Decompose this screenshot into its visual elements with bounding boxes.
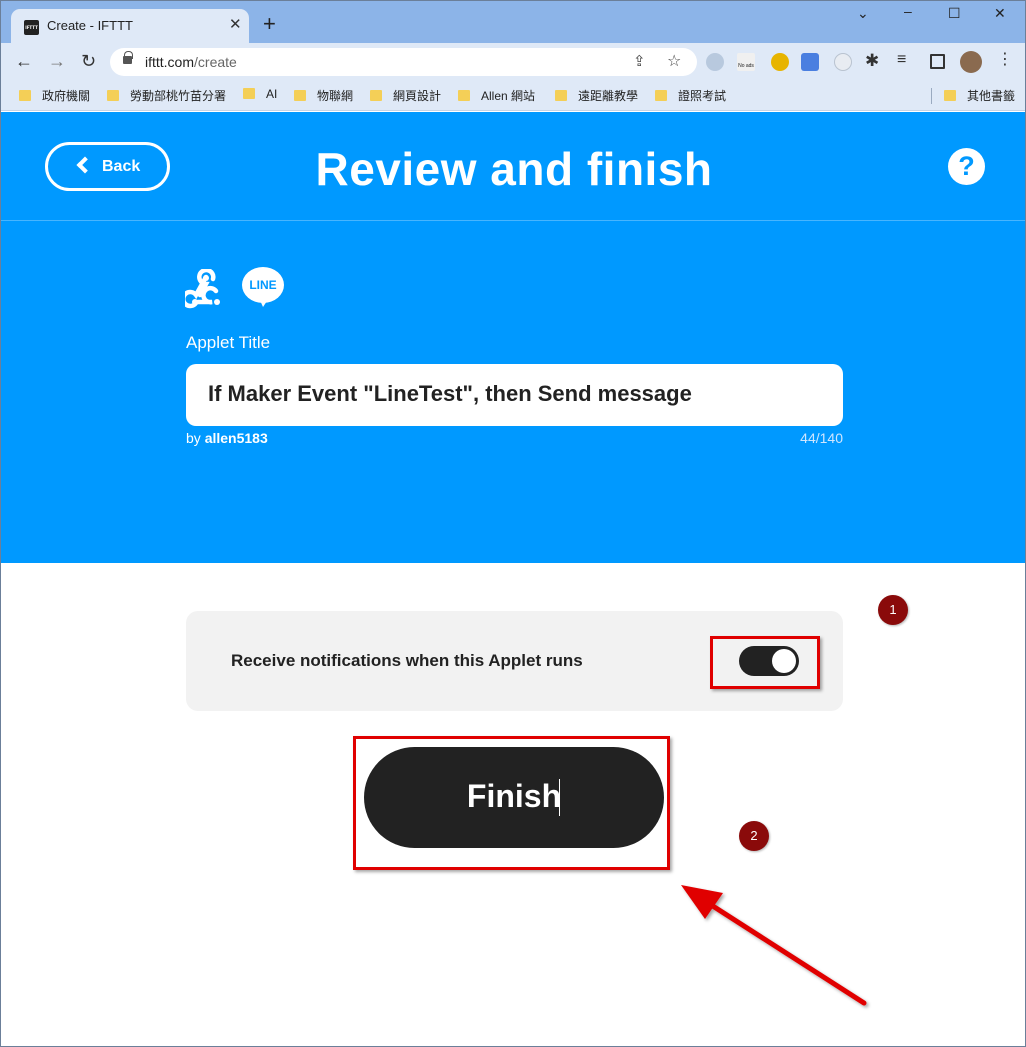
bookmark-separator <box>931 88 932 104</box>
folder-icon <box>243 88 255 99</box>
tab-strip: IFTTT Create - IFTTT ✕ + ⌄ – ☐ ✕ <box>1 1 1025 43</box>
header-divider <box>1 220 1025 221</box>
applet-title-input[interactable]: If Maker Event "LineTest", then Send mes… <box>186 364 843 426</box>
bookmark-folder[interactable]: 物聯網 <box>294 87 353 105</box>
extension-refresh-icon[interactable] <box>706 53 724 71</box>
bookmark-folder[interactable]: 證照考試 <box>655 87 726 105</box>
lock-icon[interactable] <box>123 51 133 64</box>
bookmark-folder[interactable]: 勞動部桃竹苗分署 <box>107 87 226 105</box>
folder-icon <box>370 90 382 101</box>
bookmark-star-icon[interactable]: ☆ <box>667 51 681 71</box>
forward-arrow-icon[interactable]: → <box>48 51 66 72</box>
url-host: ifttt.com <box>145 54 195 70</box>
notification-label: Receive notifications when this Applet r… <box>231 651 583 670</box>
url-path: /create <box>194 54 237 70</box>
bookmark-folder[interactable]: AI <box>243 87 277 105</box>
folder-icon <box>19 90 31 101</box>
author-line: by allen5183 <box>186 430 268 446</box>
webhooks-icon <box>185 269 220 309</box>
bookmark-folder[interactable]: 網頁設計 <box>370 87 441 105</box>
author-name: allen5183 <box>204 430 268 446</box>
minimize-icon[interactable]: – <box>904 3 912 19</box>
author-prefix: by <box>186 430 201 446</box>
folder-icon <box>944 90 956 101</box>
browser-toolbar: ← → ↻ ifttt.com/create ⇪ ☆ No ads ✱ ≡ ⋮ <box>1 43 1025 81</box>
profile-avatar[interactable] <box>960 51 982 73</box>
address-bar[interactable]: ifttt.com/create ⇪ ☆ <box>110 48 697 76</box>
media-control-icon[interactable]: ≡ <box>897 51 915 69</box>
line-logo-text: LINE <box>249 278 277 292</box>
other-bookmarks-folder[interactable]: 其他書籤 <box>944 87 1015 105</box>
folder-icon <box>655 90 667 101</box>
line-bubble-tail <box>259 298 269 307</box>
tab-title: Create - IFTTT <box>47 18 133 33</box>
character-count: 44/140 <box>800 430 843 446</box>
bookmark-folder[interactable]: Allen 網站 <box>458 87 535 105</box>
no-ads-extension-icon[interactable]: No ads <box>737 53 755 71</box>
highlight-box-toggle <box>710 636 820 689</box>
tab-close-icon[interactable]: ✕ <box>229 15 242 33</box>
close-window-icon[interactable]: ✕ <box>994 5 1006 22</box>
new-tab-icon[interactable]: + <box>263 13 276 35</box>
folder-icon <box>555 90 567 101</box>
help-icon[interactable]: ? <box>948 148 985 185</box>
annotation-arrow-icon <box>681 885 867 1006</box>
bookmark-folder[interactable]: 遠距離教學 <box>555 87 638 105</box>
highlight-box-finish <box>353 736 670 870</box>
folder-icon <box>458 90 470 101</box>
review-hero: Back Review and finish ? LINE Applet Tit… <box>1 112 1025 563</box>
tab-ifttt-create[interactable]: IFTTT Create - IFTTT ✕ <box>11 9 249 43</box>
menu-kebab-icon[interactable]: ⋮ <box>997 49 1015 68</box>
tab-search-chevron-icon[interactable]: ⌄ <box>857 5 869 22</box>
share-icon[interactable]: ⇪ <box>633 52 646 70</box>
maximize-icon[interactable]: ☐ <box>948 5 961 22</box>
line-icon: LINE <box>242 267 286 311</box>
browser-window: IFTTT Create - IFTTT ✕ + ⌄ – ☐ ✕ ← → ↻ i… <box>0 0 1026 1047</box>
reload-icon[interactable]: ↻ <box>81 51 96 72</box>
bookmark-folder[interactable]: 政府機關 <box>19 87 90 105</box>
extensions-puzzle-icon[interactable]: ✱ <box>865 51 883 70</box>
step-badge-2: 2 <box>739 821 769 851</box>
ifttt-favicon-icon: IFTTT <box>24 20 39 35</box>
folder-icon <box>107 90 119 101</box>
back-arrow-icon[interactable]: ← <box>15 51 33 72</box>
google-translate-icon[interactable] <box>801 53 819 71</box>
url-text: ifttt.com/create <box>145 54 237 70</box>
extension-coin-icon[interactable] <box>771 53 789 71</box>
side-panel-icon[interactable] <box>930 54 945 69</box>
step-badge-1: 1 <box>878 595 908 625</box>
extension-compass-icon[interactable] <box>834 53 852 71</box>
bookmarks-bar: 政府機關 勞動部桃竹苗分署 AI 物聯網 網頁設計 Allen 網站 遠距離教學… <box>1 81 1025 111</box>
applet-title-label: Applet Title <box>186 333 271 352</box>
folder-icon <box>294 90 306 101</box>
page-title: Review and finish <box>315 143 713 195</box>
